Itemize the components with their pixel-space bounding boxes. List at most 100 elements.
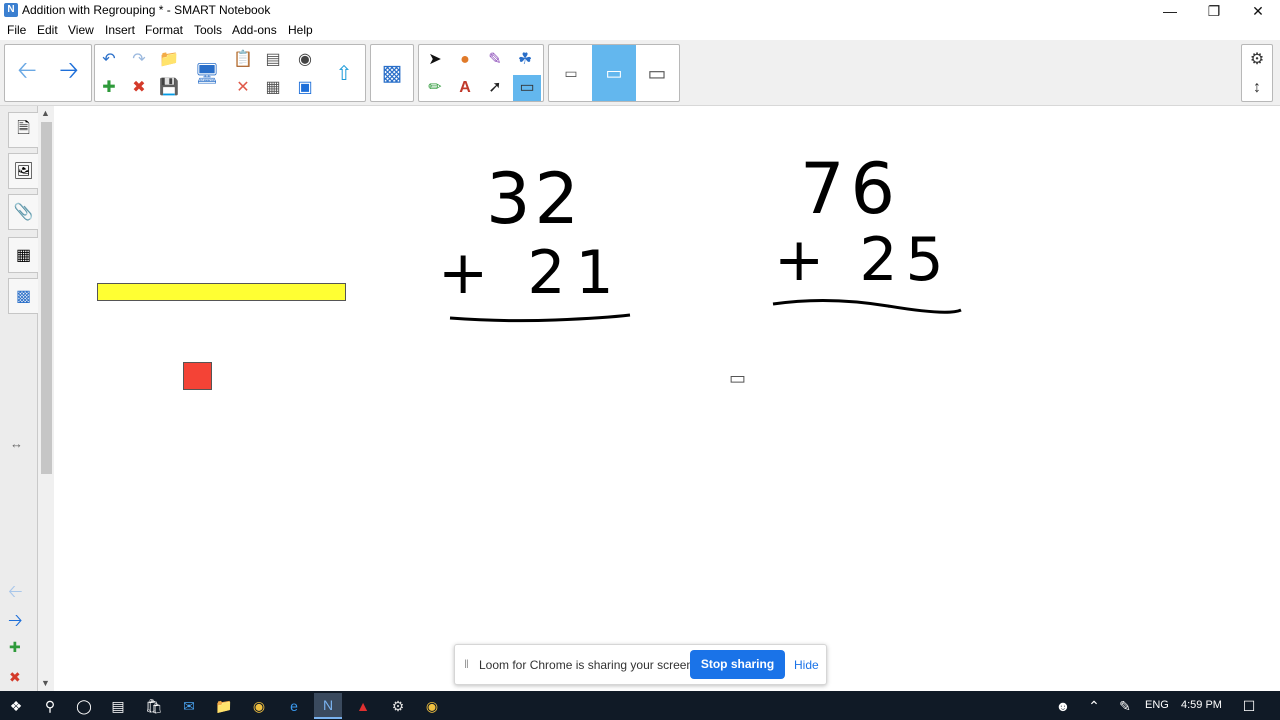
eraser-large-icon[interactable]: ▭ bbox=[636, 45, 678, 101]
title-bar: N Addition with Regrouping * - SMART Not… bbox=[0, 0, 1280, 22]
menu-add-ons[interactable]: Add-ons bbox=[232, 23, 277, 37]
language-indicator[interactable]: ENG bbox=[1145, 699, 1169, 711]
task-view-icon[interactable]: ▤ bbox=[107, 695, 129, 717]
cortana-icon[interactable]: ◯ bbox=[73, 695, 95, 717]
magic-pen-icon[interactable]: ✎ bbox=[481, 47, 509, 73]
table-icon[interactable]: ▦ bbox=[259, 75, 287, 101]
store-icon[interactable]: 🛍 bbox=[143, 695, 165, 717]
toolbar: 🡠 🡢 ↶ ↷ 📁 ✚ ✖ 💾 🖥 📋 ✕ ▤ ▦ ◉ ▣ ⇧ ▩ ➤ ● ✎ … bbox=[0, 40, 1280, 106]
scrollbar-thumb[interactable] bbox=[41, 122, 52, 474]
mail-icon[interactable]: ✉ bbox=[178, 695, 200, 717]
scroll-up-icon[interactable]: ▲ bbox=[41, 108, 50, 118]
delete-x-icon[interactable]: ✕ bbox=[229, 75, 257, 101]
delete-page-icon[interactable]: ✖ bbox=[125, 75, 153, 101]
text-icon[interactable]: A bbox=[451, 75, 479, 101]
screen-shade-icon[interactable]: ▤ bbox=[259, 47, 287, 73]
scroll-down-icon[interactable]: ▼ bbox=[41, 678, 50, 688]
windows-start-icon[interactable]: ❖ bbox=[5, 695, 27, 717]
properties-icon[interactable]: ▦ bbox=[8, 237, 38, 273]
eraser-medium-icon[interactable]: ▭ bbox=[592, 45, 636, 101]
gallery-icon[interactable]: 🖼 bbox=[8, 153, 38, 189]
problem1-bottom-number[interactable]: + 21 bbox=[438, 238, 624, 308]
select-arrow-icon[interactable]: ➤ bbox=[421, 47, 449, 73]
menu-view[interactable]: View bbox=[68, 23, 94, 37]
page-sorter-icon[interactable]: 🗎 bbox=[8, 112, 38, 148]
toolbar-settings-group: ⚙ ↕ bbox=[1241, 44, 1273, 102]
menu-bar: File Edit View Insert Format Tools Add-o… bbox=[0, 22, 1280, 40]
add-ons-puzzle-icon[interactable]: ▩ bbox=[372, 45, 412, 101]
resize-sidebar-icon[interactable]: ↔ bbox=[10, 436, 23, 451]
share-icon[interactable]: ⇧ bbox=[325, 45, 363, 101]
open-file-icon[interactable]: 📁 bbox=[155, 47, 183, 73]
acrobat-icon[interactable]: ▲ bbox=[352, 695, 374, 717]
menu-file[interactable]: File bbox=[7, 23, 26, 37]
minimize-icon[interactable]: — bbox=[1148, 0, 1192, 22]
new-page-icon[interactable]: ✚ bbox=[95, 75, 123, 101]
back-arrow-icon[interactable]: 🡠 bbox=[7, 45, 47, 101]
add-page-icon[interactable]: ✚ bbox=[9, 639, 21, 656]
sidebar-back-arrow-icon[interactable]: 🡠 bbox=[8, 579, 23, 609]
red-square[interactable] bbox=[183, 362, 212, 390]
eraser-cursor-icon: ▭ bbox=[729, 368, 747, 388]
edge-icon[interactable]: e bbox=[283, 695, 305, 717]
pen-icon[interactable]: ✎ bbox=[1114, 695, 1136, 717]
delete-page-icon[interactable]: ✖ bbox=[9, 669, 21, 686]
sidebar-forward-arrow-icon[interactable]: 🡢 bbox=[8, 608, 23, 638]
fill-icon[interactable]: ☘ bbox=[511, 47, 539, 73]
loom-sharing-bar: ‖ Loom for Chrome is sharing your screen… bbox=[454, 644, 827, 685]
menu-tools[interactable]: Tools bbox=[194, 23, 222, 37]
sidebar: 🗎 🖼 📎 ▦ ▩ ↔ 🡠 🡢 ✚ ✖ bbox=[0, 106, 38, 691]
clock[interactable]: 4:59 PM bbox=[1181, 699, 1222, 711]
toolbar-edit-group: ↶ ↷ 📁 ✚ ✖ 💾 🖥 📋 ✕ ▤ ▦ ◉ ▣ ⇧ bbox=[94, 44, 366, 102]
lines-icon[interactable]: ➚ bbox=[481, 75, 509, 101]
toolbar-nav-group: 🡠 🡢 bbox=[4, 44, 92, 102]
menu-help[interactable]: Help bbox=[288, 23, 313, 37]
gear-icon[interactable]: ⚙ bbox=[1243, 47, 1271, 73]
close-icon[interactable]: ✕ bbox=[1236, 0, 1280, 22]
taskbar: ❖ ⚲ ◯ ▤ 🛍 ✉ 📁 ◉ e N ▲ ⚙ ◉ ☻ ⌃ ✎ ENG 4:59… bbox=[0, 691, 1280, 720]
full-screen-icon[interactable]: ▣ bbox=[291, 75, 319, 101]
shapes-icon[interactable]: ● bbox=[451, 47, 479, 73]
restore-icon[interactable]: ❐ bbox=[1192, 0, 1236, 22]
eraser-icon[interactable]: ▭ bbox=[513, 75, 541, 101]
app-icon[interactable]: ⚙ bbox=[387, 695, 409, 717]
spotlight-icon[interactable]: ◉ bbox=[291, 47, 319, 73]
problem1-underline[interactable] bbox=[445, 308, 635, 328]
smart-notebook-icon[interactable]: N bbox=[314, 693, 342, 719]
eraser-small-icon[interactable]: ▭ bbox=[550, 45, 592, 101]
chrome-icon[interactable]: ◉ bbox=[248, 695, 270, 717]
move-toolbar-icon[interactable]: ↕ bbox=[1243, 75, 1271, 101]
window-title: Addition with Regrouping * - SMART Noteb… bbox=[22, 3, 271, 17]
paste-icon[interactable]: 📋 bbox=[229, 47, 257, 73]
problem2-bottom-number[interactable]: + 25 bbox=[774, 225, 952, 295]
add-ons-icon[interactable]: ▩ bbox=[8, 278, 38, 314]
undo-icon[interactable]: ↶ bbox=[95, 47, 123, 73]
yellow-bar[interactable] bbox=[97, 283, 346, 301]
notifications-icon[interactable]: ☐ bbox=[1238, 695, 1260, 717]
forward-arrow-icon[interactable]: 🡢 bbox=[49, 45, 89, 101]
stop-sharing-button[interactable]: Stop sharing bbox=[690, 650, 785, 679]
pens-icon[interactable]: ✏ bbox=[421, 75, 449, 101]
menu-format[interactable]: Format bbox=[145, 23, 183, 37]
chrome-icon[interactable]: ◉ bbox=[421, 695, 443, 717]
redo-icon[interactable]: ↷ bbox=[125, 47, 153, 73]
toolbar-eraser-sizes-group: ▭ ▭ ▭ bbox=[548, 44, 680, 102]
problem2-underline[interactable] bbox=[768, 294, 966, 318]
display-screen-icon[interactable]: 🖥 bbox=[189, 45, 225, 101]
notebook-canvas[interactable] bbox=[38, 106, 1280, 691]
search-icon[interactable]: ⚲ bbox=[39, 695, 61, 717]
save-icon[interactable]: 💾 bbox=[155, 75, 183, 101]
menu-insert[interactable]: Insert bbox=[105, 23, 135, 37]
hide-link[interactable]: Hide bbox=[794, 658, 819, 672]
smart-notebook-icon: N bbox=[4, 3, 18, 17]
menu-edit[interactable]: Edit bbox=[37, 23, 58, 37]
problem2-top-number[interactable]: 76 bbox=[800, 148, 901, 230]
show-hidden-icons-icon[interactable]: ⌃ bbox=[1083, 695, 1105, 717]
toolbar-tools-group: ➤ ● ✎ ☘ ✏ A ➚ ▭ bbox=[418, 44, 544, 102]
toolbar-addons-group: ▩ bbox=[370, 44, 414, 102]
attachments-icon[interactable]: 📎 bbox=[8, 194, 38, 230]
drag-handle-icon[interactable]: ‖ bbox=[464, 657, 469, 671]
problem1-top-number[interactable]: 32 bbox=[486, 158, 583, 240]
file-explorer-icon[interactable]: 📁 bbox=[213, 695, 235, 717]
people-icon[interactable]: ☻ bbox=[1052, 695, 1074, 717]
